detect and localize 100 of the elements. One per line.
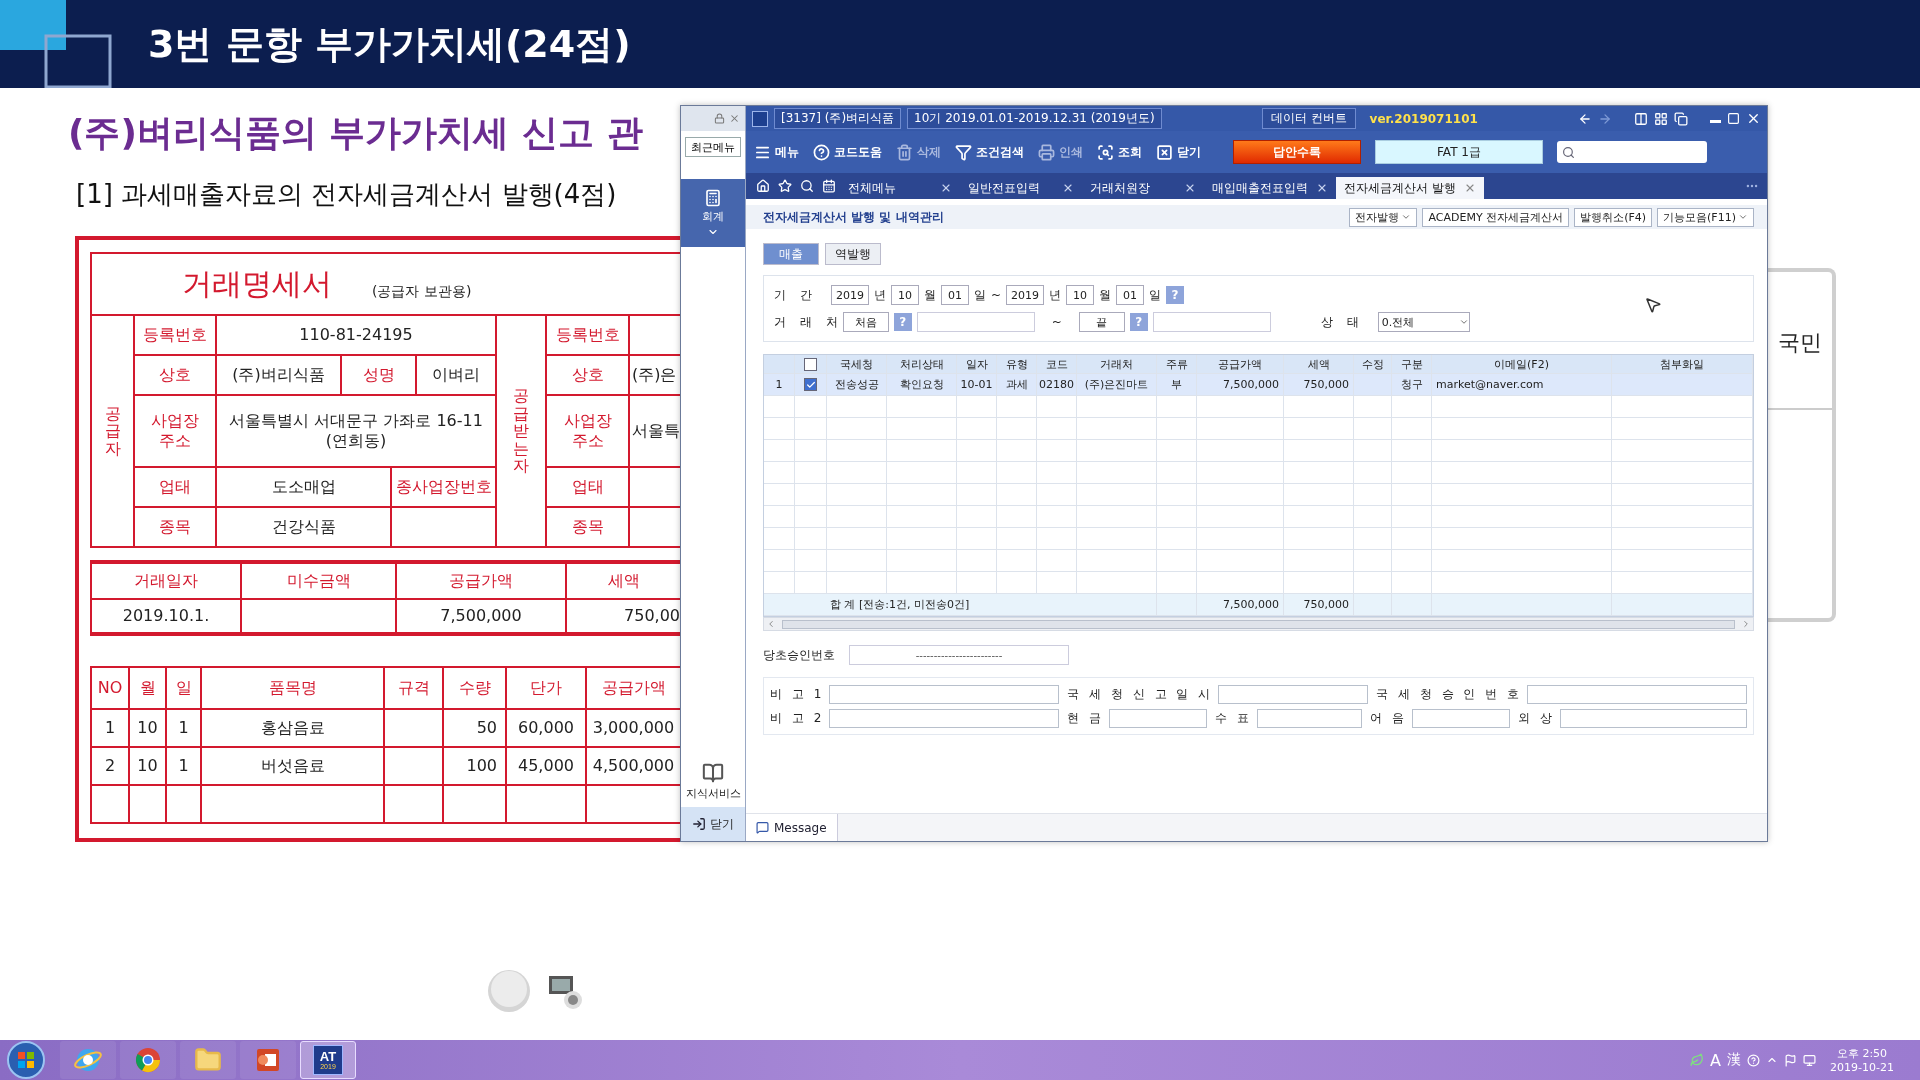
column-header: NO — [90, 666, 128, 708]
document-title: 거래명세서 — [182, 264, 332, 303]
approval-number-field[interactable]: ------------------------ — [849, 645, 1069, 665]
message-tab[interactable]: Message — [746, 814, 838, 841]
tab[interactable]: 매입매출전표입력 — [1204, 177, 1336, 199]
grid-icon — [1654, 111, 1668, 126]
table-cell: 50 — [442, 708, 505, 746]
home-icon — [756, 179, 770, 193]
date-field[interactable]: 01 — [1116, 285, 1145, 305]
input-field[interactable] — [1559, 708, 1747, 728]
recent-menu-button[interactable]: 최근메뉴 — [685, 137, 741, 157]
taskbar-app[interactable] — [120, 1041, 176, 1079]
submit-button[interactable]: 답안수록 — [1233, 140, 1361, 164]
back-icon — [1578, 111, 1592, 126]
star-icon — [778, 179, 792, 193]
toolbar-button[interactable]: 코드도움 — [813, 143, 882, 161]
input-field[interactable] — [1411, 708, 1510, 728]
close-icon — [1062, 182, 1074, 194]
table-cell — [383, 746, 442, 784]
column-header: 거래처 — [1077, 355, 1157, 373]
taskbar-app[interactable] — [240, 1041, 296, 1079]
date-field[interactable]: 2019 — [1006, 285, 1045, 305]
scroll-left-icon[interactable] — [766, 619, 776, 629]
input-field[interactable] — [1218, 684, 1369, 704]
toolbar-button[interactable]: 조건검색 — [955, 143, 1024, 161]
close-icon — [940, 182, 952, 194]
module-button[interactable]: 회계 — [681, 179, 745, 247]
column-header: 일자 — [957, 355, 997, 373]
column-header: 수정 — [1354, 355, 1392, 373]
field-label: 당초승인번호 — [763, 646, 835, 664]
table-row[interactable]: 1 전송성공 확인요청 10-01 과세 02180 (주)은진마트 부 7,500,000 750,000 청구 market@naver.com — [764, 374, 1753, 396]
checkbox[interactable] — [804, 378, 817, 391]
table-cell: 10-01 — [957, 374, 997, 395]
input-field[interactable] — [1109, 708, 1208, 728]
taskbar-app[interactable] — [180, 1041, 236, 1079]
input-field[interactable] — [829, 684, 1060, 704]
knowledge-label[interactable]: 지식서비스 — [685, 786, 741, 801]
field-label: 외 상 — [1517, 709, 1552, 727]
form-label: 종목 — [133, 506, 215, 546]
date-field[interactable]: 10 — [1066, 285, 1095, 305]
tab[interactable]: 전자세금계산서 발행 — [1336, 177, 1484, 199]
field-label: 기 간 — [774, 286, 813, 304]
close-button[interactable]: 닫기 — [681, 807, 745, 841]
status-select[interactable]: 0.전체 — [1377, 312, 1470, 332]
checkbox[interactable] — [804, 357, 817, 371]
column-header: 세액 — [1284, 355, 1354, 373]
field-label: 상 태 — [1320, 313, 1360, 331]
date-field[interactable]: 2019 — [831, 285, 869, 305]
table-cell: 60,000 — [505, 708, 585, 746]
filter-icon — [955, 143, 972, 161]
minimize-icon[interactable] — [1710, 120, 1721, 123]
convert-button[interactable]: 데이터 컨버트 — [1261, 108, 1356, 129]
table-cell: 1 — [90, 708, 128, 746]
action-button[interactable]: ACADEMY 전자세금계산서 — [1422, 207, 1570, 227]
tab[interactable]: 거래처원장 — [1082, 177, 1204, 199]
toolbar-button[interactable]: 조회 — [1097, 143, 1142, 161]
column-header: 품목명 — [200, 666, 383, 708]
taskbar-app[interactable] — [60, 1041, 116, 1079]
search-icon — [1097, 143, 1114, 161]
column-header: 유형 — [997, 355, 1037, 373]
circle-icon[interactable] — [487, 969, 531, 1013]
input-field[interactable] — [1152, 312, 1271, 332]
input-field[interactable] — [829, 708, 1060, 728]
tab[interactable]: 일반전표입력 — [960, 177, 1082, 199]
columns-icon — [1634, 111, 1648, 126]
period-label: 10기 2019.01.01-2019.12.31 (2019년도) — [907, 108, 1162, 129]
partner-to-field[interactable]: 끝 — [1078, 312, 1125, 332]
action-button[interactable]: 전자발행 — [1349, 207, 1418, 227]
scroll-right-icon[interactable] — [1741, 619, 1751, 629]
tab[interactable]: 전체메뉴 — [840, 177, 960, 199]
search-icon — [800, 179, 814, 193]
copy-note: (공급자 보관용) — [372, 283, 472, 301]
form-label: 업태 — [133, 466, 215, 506]
column-header: 공급가액 — [1197, 355, 1284, 373]
date-field[interactable]: 01 — [941, 285, 969, 305]
form-label: 사업장 주소 — [133, 394, 215, 466]
clock-time: 오후 2:50 — [1836, 1046, 1888, 1061]
input-field[interactable] — [1256, 708, 1362, 728]
unit-label: 년 — [1049, 286, 1062, 304]
action-button[interactable]: 기능모음(F11) — [1657, 207, 1754, 227]
form-label: 사업장 주소 — [545, 394, 628, 466]
column-header: 수량 — [442, 666, 505, 708]
form-value: 110-81-24195 — [215, 314, 495, 354]
toolbar-button[interactable]: 메뉴 — [754, 143, 799, 161]
start-button[interactable] — [6, 1040, 46, 1080]
search-field[interactable] — [1557, 141, 1707, 163]
unit-label: 월 — [1099, 286, 1112, 304]
network-icon — [1803, 1053, 1817, 1067]
sub-tab[interactable]: 역발행 — [825, 243, 881, 265]
action-button[interactable]: 발행취소(F4) — [1574, 207, 1653, 227]
form-label: 성명 — [340, 354, 415, 394]
date-field[interactable]: 10 — [891, 285, 919, 305]
partner-from-field[interactable]: 처음 — [842, 312, 889, 332]
input-field[interactable] — [1527, 684, 1747, 704]
horizontal-scrollbar[interactable] — [763, 617, 1754, 631]
table-cell: 10 — [128, 708, 165, 746]
browser-icon — [74, 1046, 102, 1074]
toolbar-button[interactable]: 닫기 — [1156, 143, 1201, 161]
forward-icon — [1598, 111, 1612, 126]
input-field[interactable] — [916, 312, 1035, 332]
